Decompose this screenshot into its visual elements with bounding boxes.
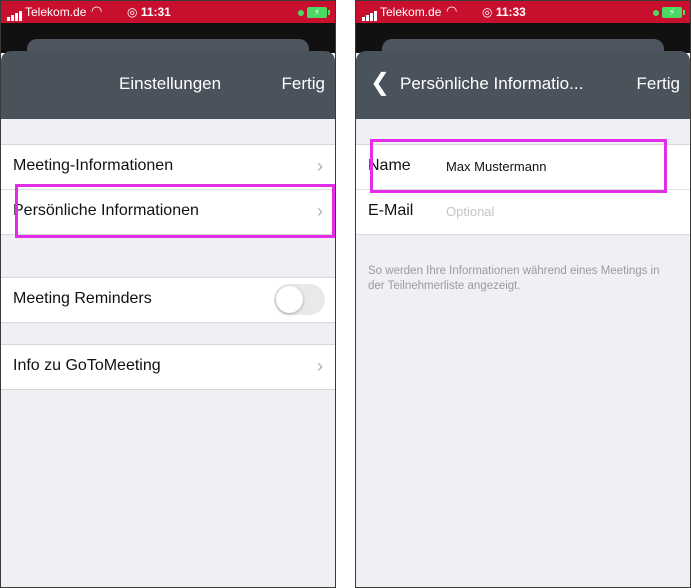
alarm-icon: ◎ bbox=[127, 5, 138, 19]
done-button[interactable]: Fertig bbox=[637, 74, 680, 94]
meeting-reminders-toggle[interactable] bbox=[274, 284, 325, 315]
nav-bar: Einstellungen Fertig bbox=[1, 51, 335, 119]
name-label: Name bbox=[368, 157, 411, 174]
name-row: Name Max Mustermann bbox=[356, 145, 690, 190]
meeting-reminders-label: Meeting Reminders bbox=[13, 290, 152, 307]
wifi-icon: ◠ bbox=[91, 3, 103, 18]
chevron-right-icon: › bbox=[317, 201, 323, 221]
status-time: ◎ 11:33 bbox=[482, 5, 526, 19]
meeting-info-label: Meeting-Informationen bbox=[13, 157, 174, 174]
toggle-knob bbox=[276, 286, 303, 313]
meeting-reminders-row: Meeting Reminders bbox=[1, 278, 335, 322]
personal-info-screen: Telekom.de ◠ ◎ 11:33 ⚡ ❮ Persönliche Inf… bbox=[355, 0, 691, 588]
personal-info-row[interactable]: Persönliche Informationen › bbox=[1, 190, 335, 234]
personal-form-group: Name Max Mustermann E-Mail bbox=[356, 144, 690, 235]
battery-icon: ⚡ bbox=[653, 5, 685, 19]
status-bar: Telekom.de ◠ ◎ 11:33 ⚡ bbox=[356, 1, 690, 23]
page-title: Einstellungen bbox=[119, 74, 222, 93]
signal-icon bbox=[362, 7, 378, 21]
chevron-right-icon: › bbox=[317, 156, 323, 176]
email-field[interactable] bbox=[446, 204, 656, 219]
info-group: Meeting-Informationen › Persönliche Info… bbox=[1, 144, 335, 235]
back-chevron-icon[interactable]: ❮ bbox=[370, 71, 390, 95]
nav-bar: ❮ Persönliche Informatio... Fertig bbox=[356, 51, 690, 119]
info-footnote: So werden Ihre Informationen während ein… bbox=[368, 265, 660, 292]
page-title: Persönliche Informatio... bbox=[400, 74, 584, 93]
time-label: 11:31 bbox=[140, 5, 171, 19]
carrier-label: Telekom.de bbox=[380, 5, 442, 19]
wifi-icon: ◠ bbox=[446, 3, 458, 18]
personal-info-label: Persönliche Informationen bbox=[13, 202, 199, 219]
email-label: E-Mail bbox=[368, 202, 414, 219]
name-field[interactable]: Max Mustermann bbox=[446, 159, 656, 174]
about-row[interactable]: Info zu GoToMeeting › bbox=[1, 345, 335, 389]
meeting-info-row[interactable]: Meeting-Informationen › bbox=[1, 145, 335, 190]
about-label: Info zu GoToMeeting bbox=[13, 357, 161, 374]
status-bar: Telekom.de ◠ ◎ 11:31 ⚡ bbox=[1, 1, 335, 23]
battery-icon: ⚡ bbox=[298, 5, 330, 19]
settings-screen: Telekom.de ◠ ◎ 11:31 ⚡ Einstellungen Fer… bbox=[0, 0, 336, 588]
carrier-label: Telekom.de bbox=[25, 5, 87, 19]
time-label: 11:33 bbox=[495, 5, 526, 19]
chevron-right-icon: › bbox=[317, 356, 323, 376]
reminders-group: Meeting Reminders bbox=[1, 277, 335, 323]
signal-icon bbox=[7, 7, 23, 21]
done-button[interactable]: Fertig bbox=[282, 74, 325, 94]
alarm-icon: ◎ bbox=[482, 5, 493, 19]
email-row: E-Mail bbox=[356, 190, 690, 234]
status-time: ◎ 11:31 bbox=[127, 5, 171, 19]
about-group: Info zu GoToMeeting › bbox=[1, 344, 335, 390]
